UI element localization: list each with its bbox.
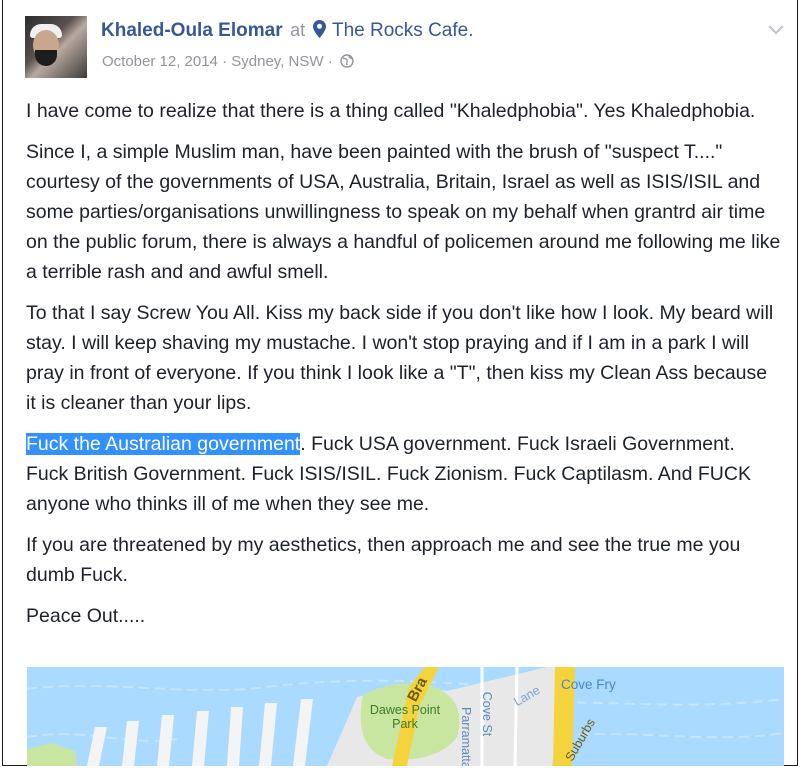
post-date[interactable]: October 12, 2014 xyxy=(102,53,218,70)
post-meta: October 12, 2014 · Sydney, NSW · xyxy=(102,53,354,72)
post-city[interactable]: Sydney, NSW xyxy=(231,53,323,70)
meta-separator: · xyxy=(222,53,228,70)
paragraph-6: Peace Out..... xyxy=(26,605,146,627)
avatar-beard xyxy=(35,50,57,66)
chevron-down-icon[interactable] xyxy=(766,22,786,36)
map-label-park-line1: Dawes Point xyxy=(369,703,441,717)
at-word: at xyxy=(290,20,306,40)
paragraph-1: I have come to realize that there is a t… xyxy=(26,100,756,122)
post-body: I have come to realize that there is a t… xyxy=(26,96,782,642)
avatar[interactable] xyxy=(25,16,87,78)
map-label-park: Dawes Point Park xyxy=(365,703,445,731)
map-label-parramatta: Parramatta R xyxy=(459,707,473,766)
paragraph-3: To that I say Screw You All. Kiss my bac… xyxy=(26,302,774,414)
location-pin-icon xyxy=(312,20,326,43)
paragraph-4: Fuck the Australian government. Fuck USA… xyxy=(26,429,782,519)
post-header: Khaled-Oula Elomar at The Rocks Cafe. xyxy=(101,20,473,43)
meta-separator-2: · xyxy=(327,53,333,70)
map-label-park-line2: Park xyxy=(392,717,418,731)
author-name[interactable]: Khaled-Oula Elomar xyxy=(101,20,283,41)
paragraph-2: Since I, a simple Muslim man, have been … xyxy=(26,141,781,283)
location-link[interactable]: The Rocks Cafe. xyxy=(332,20,474,41)
paragraph-5: If you are threatened by my aesthetics, … xyxy=(26,534,741,586)
globe-icon[interactable] xyxy=(340,54,354,72)
location-map[interactable]: Dawes Point Park Bra Cove St Parramatta … xyxy=(27,667,784,766)
map-label-cove-st: Cove St xyxy=(480,691,495,737)
selected-text: Fuck the Australian government xyxy=(26,433,301,455)
map-label-cove-fry: Cove Fry xyxy=(561,677,616,692)
